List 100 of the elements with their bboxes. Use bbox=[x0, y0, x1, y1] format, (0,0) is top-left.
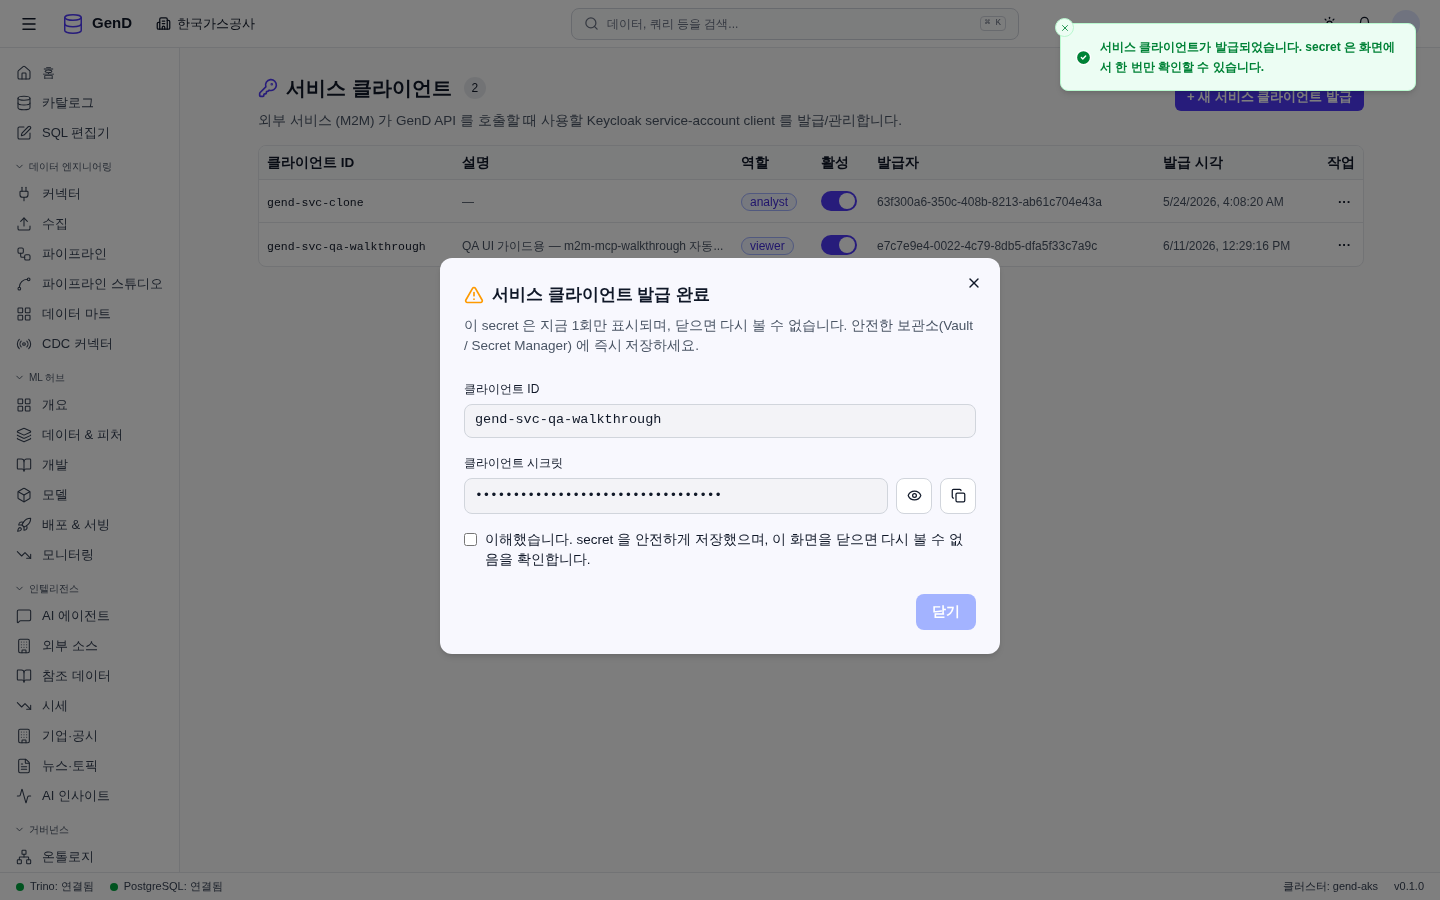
client-id-field[interactable]: gend-svc-qa-walkthrough bbox=[464, 403, 976, 438]
column-header: 발급자 bbox=[876, 153, 920, 172]
column-header: 클라이언트 ID bbox=[266, 153, 356, 172]
dialog-description: 이 secret 은 지금 1회만 표시되며, 닫으면 다시 볼 수 없습니다. 안전한 보관소(Vault / Secret Manager) 에 즉시 저장하세요. bbox=[464, 316, 975, 355]
field-label: 클라이언트 시크릿 bbox=[464, 454, 565, 472]
search-input[interactable]: 데이터, 쿼리 등을 검색... bbox=[607, 14, 972, 33]
search-field[interactable]: 데이터, 쿼리 등을 검색... ⌘ K bbox=[571, 7, 1019, 40]
nav-icon bbox=[16, 276, 32, 292]
database-icon bbox=[62, 12, 84, 35]
connection-status: Trino: 연결됨 bbox=[30, 879, 94, 895]
warning-icon bbox=[464, 284, 484, 305]
confirm-label: 이해했습니다. secret 을 안전하게 저장했으며, 이 화면을 닫으면 다시 볼 수 없음을 확인합니다. bbox=[485, 530, 964, 569]
column-header: 활성 bbox=[820, 153, 850, 172]
nav-icon bbox=[16, 336, 32, 352]
row-actions-button[interactable]: ··· bbox=[1338, 194, 1351, 208]
client-id-cell: gend-svc-clone bbox=[267, 196, 364, 210]
sidebar-item[interactable]: 뉴스·토픽 bbox=[0, 751, 179, 781]
issuer-cell: 63f300a6-350c-408b-8213-ab61c704e43a bbox=[877, 195, 1102, 210]
nav-icon bbox=[16, 216, 32, 232]
sidebar-item[interactable]: 개발 bbox=[0, 450, 179, 480]
nav-icon bbox=[16, 788, 32, 804]
sidebar-section-header[interactable]: ML 허브 bbox=[0, 361, 179, 390]
client-id-cell: gend-svc-qa-walkthrough bbox=[267, 239, 426, 253]
organization-name: 한국가스공사 bbox=[177, 14, 255, 33]
issuer-cell: e7c7e9e4-0022-4c79-8db5-dfa5f33c7a9c bbox=[877, 238, 1098, 253]
column-header: 역할 bbox=[740, 153, 770, 172]
column-header: 작업 bbox=[1326, 153, 1356, 172]
sidebar-item[interactable]: 개요 bbox=[0, 390, 179, 420]
nav-icon bbox=[16, 246, 32, 262]
nav-icon bbox=[16, 517, 32, 533]
sidebar-item[interactable]: 모델 bbox=[0, 480, 179, 510]
nav-icon bbox=[16, 758, 32, 774]
description-cell: QA UI 가이드용 — m2m-mcp-walkthrough 자동... bbox=[462, 238, 724, 253]
nav-icon bbox=[16, 457, 32, 473]
search-icon bbox=[584, 16, 599, 31]
cluster-name: 클러스터: gend-aks bbox=[1282, 879, 1379, 895]
eye-icon bbox=[906, 488, 922, 503]
page-title: 서비스 클라이언트 bbox=[286, 76, 452, 101]
nav-icon bbox=[16, 397, 32, 413]
version-label: v0.1.0 bbox=[1394, 879, 1424, 895]
row-actions-button[interactable]: ··· bbox=[1338, 238, 1351, 252]
key-icon bbox=[258, 78, 278, 98]
description-cell: — bbox=[462, 195, 474, 210]
sidebar-item[interactable]: 모니터링 bbox=[0, 540, 179, 570]
nav-icon bbox=[16, 487, 32, 503]
sidebar-item[interactable]: SQL 편집기 bbox=[0, 118, 179, 148]
nav-icon bbox=[16, 728, 32, 744]
role-tag: analyst bbox=[741, 193, 798, 212]
copy-icon bbox=[950, 488, 966, 503]
sidebar-item[interactable]: 참조 데이터 bbox=[0, 661, 179, 691]
sidebar-item[interactable]: 커넥터 bbox=[0, 179, 179, 209]
count-badge: 2 bbox=[463, 77, 487, 99]
sidebar-item[interactable]: 데이터 & 피처 bbox=[0, 420, 179, 450]
nav-icon bbox=[16, 65, 32, 81]
issued-time-cell: 5/24/2026, 4:08:20 AM bbox=[1163, 195, 1284, 210]
nav-icon bbox=[16, 125, 32, 141]
show-secret-button[interactable] bbox=[896, 477, 932, 514]
sidebar-item[interactable]: 온톨로지 bbox=[0, 842, 179, 872]
sidebar-item[interactable]: 파이프라인 bbox=[0, 239, 179, 269]
nav-icon bbox=[16, 306, 32, 322]
confirm-checkbox[interactable] bbox=[464, 532, 477, 546]
column-header: 발급 시각 bbox=[1162, 153, 1224, 172]
column-header: 설명 bbox=[461, 153, 491, 172]
active-toggle[interactable] bbox=[821, 191, 857, 212]
dialog-title: 서비스 클라이언트 발급 완료 bbox=[492, 284, 711, 306]
sidebar-item[interactable]: AI 인사이트 bbox=[0, 781, 179, 811]
close-icon bbox=[1059, 22, 1070, 33]
nav-icon bbox=[16, 186, 32, 202]
nav-icon bbox=[16, 95, 32, 111]
role-tag: viewer bbox=[741, 236, 794, 255]
sidebar-item[interactable]: 배포 & 서빙 bbox=[0, 510, 179, 540]
sidebar-item[interactable]: 외부 소스 bbox=[0, 631, 179, 661]
sidebar-item[interactable]: 파이프라인 스튜디오 bbox=[0, 269, 179, 299]
sidebar-section-header[interactable]: 거버넌스 bbox=[0, 813, 179, 842]
connection-status: PostgreSQL: 연결됨 bbox=[123, 879, 223, 895]
nav-icon bbox=[16, 638, 32, 654]
sidebar-item[interactable]: 홈 bbox=[0, 58, 179, 88]
sidebar-item[interactable]: 데이터 마트 bbox=[0, 299, 179, 329]
issued-time-cell: 6/11/2026, 12:29:16 PM bbox=[1163, 238, 1291, 253]
nav-icon bbox=[16, 849, 32, 865]
sidebar-section-header[interactable]: 데이터 엔지니어링 bbox=[0, 150, 179, 179]
nav-icon bbox=[16, 427, 32, 443]
active-toggle[interactable] bbox=[821, 234, 857, 255]
sidebar-item[interactable]: 수집 bbox=[0, 209, 179, 239]
sidebar-item[interactable]: 시세 bbox=[0, 691, 179, 721]
nav-icon bbox=[16, 668, 32, 684]
sidebar-item[interactable]: AI 에이전트 bbox=[0, 601, 179, 631]
shortcut-hint: ⌘ K bbox=[979, 15, 1006, 32]
copy-button[interactable] bbox=[940, 477, 976, 514]
sidebar-item[interactable]: 카탈로그 bbox=[0, 88, 179, 118]
building-icon bbox=[156, 16, 171, 31]
sidebar-item[interactable]: CDC 커넥터 bbox=[0, 329, 179, 359]
check-icon bbox=[1075, 48, 1092, 66]
brand-name: GenD bbox=[92, 13, 132, 34]
sidebar-item[interactable]: 기업·공시 bbox=[0, 721, 179, 751]
secret-field[interactable]: ••••••••••••••••••••••••••••••••• bbox=[464, 477, 888, 514]
sidebar-section-header[interactable]: 인텔리전스 bbox=[0, 572, 179, 601]
nav-icon bbox=[16, 608, 32, 624]
page-subtitle: 외부 서비스 (M2M) 가 GenD API 를 호출할 때 사용할 Keycloak service-account client 를 발급/관리합니다. bbox=[258, 112, 903, 130]
field-label: 클라이언트 ID bbox=[464, 380, 541, 398]
